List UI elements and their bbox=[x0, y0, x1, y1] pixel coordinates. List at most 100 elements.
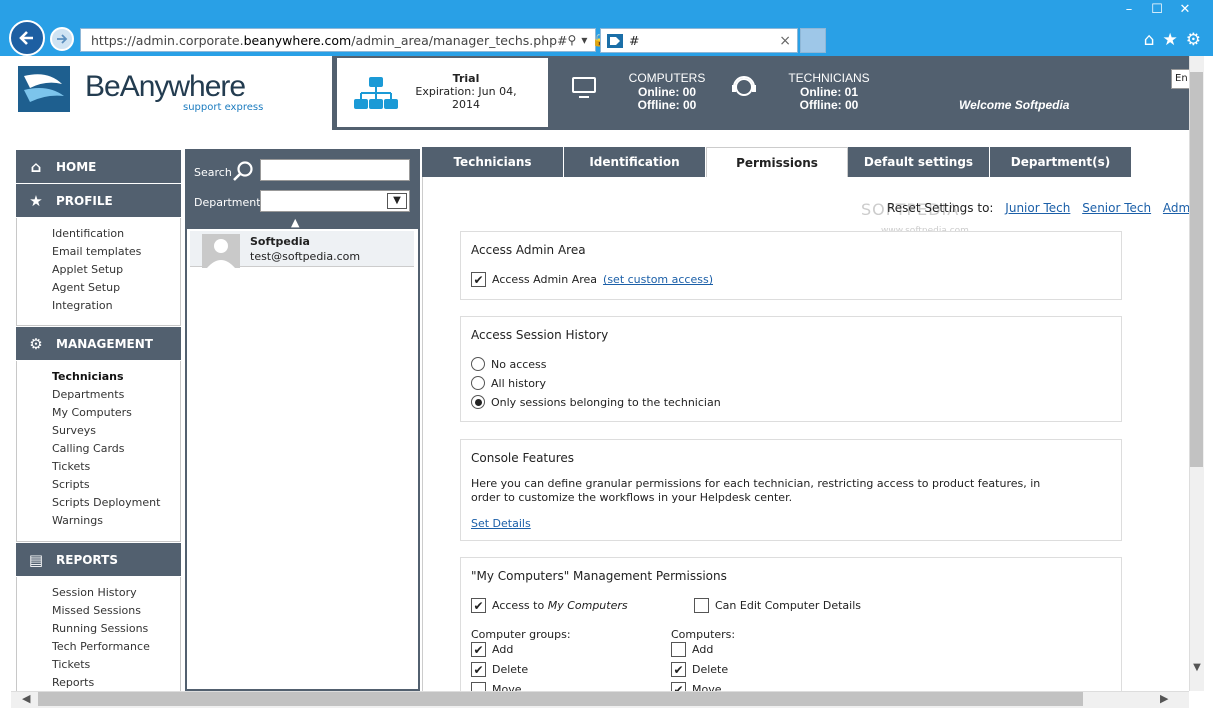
maximize-button[interactable]: ☐ bbox=[1143, 2, 1171, 17]
nav-item-departments[interactable]: Departments bbox=[17, 386, 180, 404]
minimize-button[interactable]: – bbox=[1115, 2, 1143, 17]
computers-delete-checkbox[interactable]: ✔ bbox=[671, 662, 686, 677]
access-my-computers-checkbox[interactable]: ✔ bbox=[471, 598, 486, 613]
computers-move-checkbox[interactable]: ✔ bbox=[671, 682, 686, 691]
edit-details-checkbox[interactable] bbox=[694, 598, 709, 613]
new-tab-button[interactable] bbox=[800, 28, 826, 53]
session-history-card: Access Session History No access All his… bbox=[460, 316, 1122, 422]
technicians-status: TECHNICIANS Online: 01 Offline: 00 bbox=[788, 71, 870, 112]
nav-item-report-tickets[interactable]: Tickets bbox=[17, 656, 180, 674]
close-window-button[interactable]: ✕ bbox=[1171, 2, 1199, 17]
url-text[interactable]: https://admin.corporate.beanywhere.com/a… bbox=[91, 33, 568, 48]
language-select[interactable]: En bbox=[1171, 69, 1189, 89]
computers-add-option: Add bbox=[671, 642, 713, 657]
edit-computer-details-option: Can Edit Computer Details bbox=[694, 598, 861, 613]
browser-toolbar: ⌂ ★ ⚙ bbox=[1144, 30, 1201, 50]
computer-icon bbox=[572, 77, 596, 98]
horizontal-scroll-thumb[interactable] bbox=[38, 692, 1083, 706]
star-icon: ★ bbox=[29, 191, 43, 210]
trial-title: Trial bbox=[452, 72, 480, 85]
computers-add-checkbox[interactable] bbox=[671, 642, 686, 657]
nav-item-agent-setup[interactable]: Agent Setup bbox=[17, 279, 180, 297]
card-title: Access Session History bbox=[471, 328, 609, 342]
all-history-radio[interactable] bbox=[471, 376, 485, 390]
nav-reports[interactable]: ▤ REPORTS bbox=[16, 543, 181, 576]
nav-item-my-computers[interactable]: My Computers bbox=[17, 404, 180, 422]
settings-gear-icon[interactable]: ⚙ bbox=[1186, 30, 1201, 50]
groups-add-checkbox[interactable]: ✔ bbox=[471, 642, 486, 657]
dropdown-icon[interactable]: ▾ bbox=[581, 33, 587, 47]
scroll-left-icon[interactable]: ◀ bbox=[22, 692, 30, 705]
history-option-all: All history bbox=[471, 376, 546, 390]
technician-email: test@softpedia.com bbox=[250, 250, 361, 263]
settings-tabs: Technicians Identification Permissions D… bbox=[422, 147, 1143, 177]
nav-item-scripts-deployment[interactable]: Scripts Deployment bbox=[17, 494, 180, 512]
console-description: Here you can define granular permissions… bbox=[471, 477, 1041, 504]
nav-item-email-templates[interactable]: Email templates bbox=[17, 243, 180, 261]
nav-item-missed-sessions[interactable]: Missed Sessions bbox=[17, 602, 180, 620]
access-my-computers-option: ✔ Access to My Computers bbox=[471, 598, 628, 613]
tab-default-settings[interactable]: Default settings bbox=[848, 147, 990, 177]
chevron-down-icon[interactable]: ▼ bbox=[387, 193, 407, 209]
reports-menu: Session History Missed Sessions Running … bbox=[16, 577, 181, 691]
nav-profile[interactable]: ★ PROFILE bbox=[16, 184, 181, 217]
nav-management[interactable]: ⚙ MANAGEMENT bbox=[16, 327, 181, 360]
nav-item-tickets[interactable]: Tickets bbox=[17, 458, 180, 476]
web-page: BeAnywhere support express Trial Expirat… bbox=[11, 56, 1189, 691]
history-option-none: No access bbox=[471, 357, 547, 371]
home-icon[interactable]: ⌂ bbox=[1144, 30, 1155, 50]
nav-item-surveys[interactable]: Surveys bbox=[17, 422, 180, 440]
favorites-star-icon[interactable]: ★ bbox=[1163, 30, 1178, 50]
nav-item-reports[interactable]: Reports bbox=[17, 674, 180, 691]
back-button[interactable] bbox=[9, 20, 45, 56]
department-label: Department bbox=[194, 196, 261, 209]
nav-home[interactable]: ⌂ HOME bbox=[16, 150, 181, 183]
address-bar[interactable]: https://admin.corporate.beanywhere.com/a… bbox=[80, 28, 639, 52]
search-icon[interactable] bbox=[231, 159, 255, 183]
nav-item-tech-performance[interactable]: Tech Performance bbox=[17, 638, 180, 656]
admin-access-checkbox[interactable]: ✔ bbox=[471, 272, 486, 287]
nav-item-integration[interactable]: Integration bbox=[17, 297, 180, 315]
my-computers-card: "My Computers" Management Permissions ✔ … bbox=[460, 557, 1122, 691]
reset-senior-tech-link[interactable]: Senior Tech bbox=[1082, 201, 1151, 215]
nav-item-identification[interactable]: Identification bbox=[17, 225, 180, 243]
computers-delete-option: ✔ Delete bbox=[671, 662, 728, 677]
reset-admin-link[interactable]: Admin bbox=[1163, 201, 1189, 215]
set-details-link[interactable]: Set Details bbox=[471, 517, 531, 530]
nav-item-calling-cards[interactable]: Calling Cards bbox=[17, 440, 180, 458]
tab-close-icon[interactable]: × bbox=[779, 33, 791, 49]
nav-item-warnings[interactable]: Warnings bbox=[17, 512, 180, 530]
nav-item-scripts[interactable]: Scripts bbox=[17, 476, 180, 494]
scroll-down-icon[interactable]: ▼ bbox=[1190, 662, 1204, 673]
nav-item-running-sessions[interactable]: Running Sessions bbox=[17, 620, 180, 638]
groups-move-checkbox[interactable] bbox=[471, 682, 486, 691]
collapse-arrow-icon[interactable]: ▲ bbox=[291, 216, 299, 229]
logo-subtitle: support express bbox=[183, 102, 264, 113]
own-sessions-radio[interactable] bbox=[471, 395, 485, 409]
tab-permissions[interactable]: Permissions bbox=[706, 147, 848, 177]
tab-technicians[interactable]: Technicians bbox=[422, 147, 564, 177]
computers-label: Computers: bbox=[671, 628, 736, 641]
home-icon: ⌂ bbox=[30, 157, 42, 176]
tab-identification[interactable]: Identification bbox=[564, 147, 706, 177]
search-input[interactable] bbox=[260, 159, 410, 181]
nav-item-applet-setup[interactable]: Applet Setup bbox=[17, 261, 180, 279]
scroll-right-icon[interactable]: ▶ bbox=[1160, 692, 1168, 705]
groups-add-option: ✔ Add bbox=[471, 642, 513, 657]
vertical-scroll-thumb[interactable] bbox=[1190, 72, 1203, 467]
search-icon[interactable]: ⚲ bbox=[568, 33, 577, 47]
tab-title: # bbox=[629, 33, 640, 48]
nav-item-technicians[interactable]: Technicians bbox=[17, 368, 180, 386]
computer-groups-label: Computer groups: bbox=[471, 628, 571, 641]
logo-text: BeAnywhere bbox=[85, 70, 246, 103]
no-access-radio[interactable] bbox=[471, 357, 485, 371]
groups-delete-checkbox[interactable]: ✔ bbox=[471, 662, 486, 677]
nav-item-session-history[interactable]: Session History bbox=[17, 584, 180, 602]
tab-departments[interactable]: Department(s) bbox=[990, 147, 1132, 177]
set-custom-access-link[interactable]: (set custom access) bbox=[603, 273, 713, 286]
gear-icon: ⚙ bbox=[29, 334, 43, 353]
forward-button[interactable] bbox=[50, 27, 74, 51]
browser-tab[interactable]: # × bbox=[600, 28, 798, 53]
department-select[interactable]: ▼ bbox=[260, 190, 410, 212]
reset-junior-tech-link[interactable]: Junior Tech bbox=[1005, 201, 1070, 215]
